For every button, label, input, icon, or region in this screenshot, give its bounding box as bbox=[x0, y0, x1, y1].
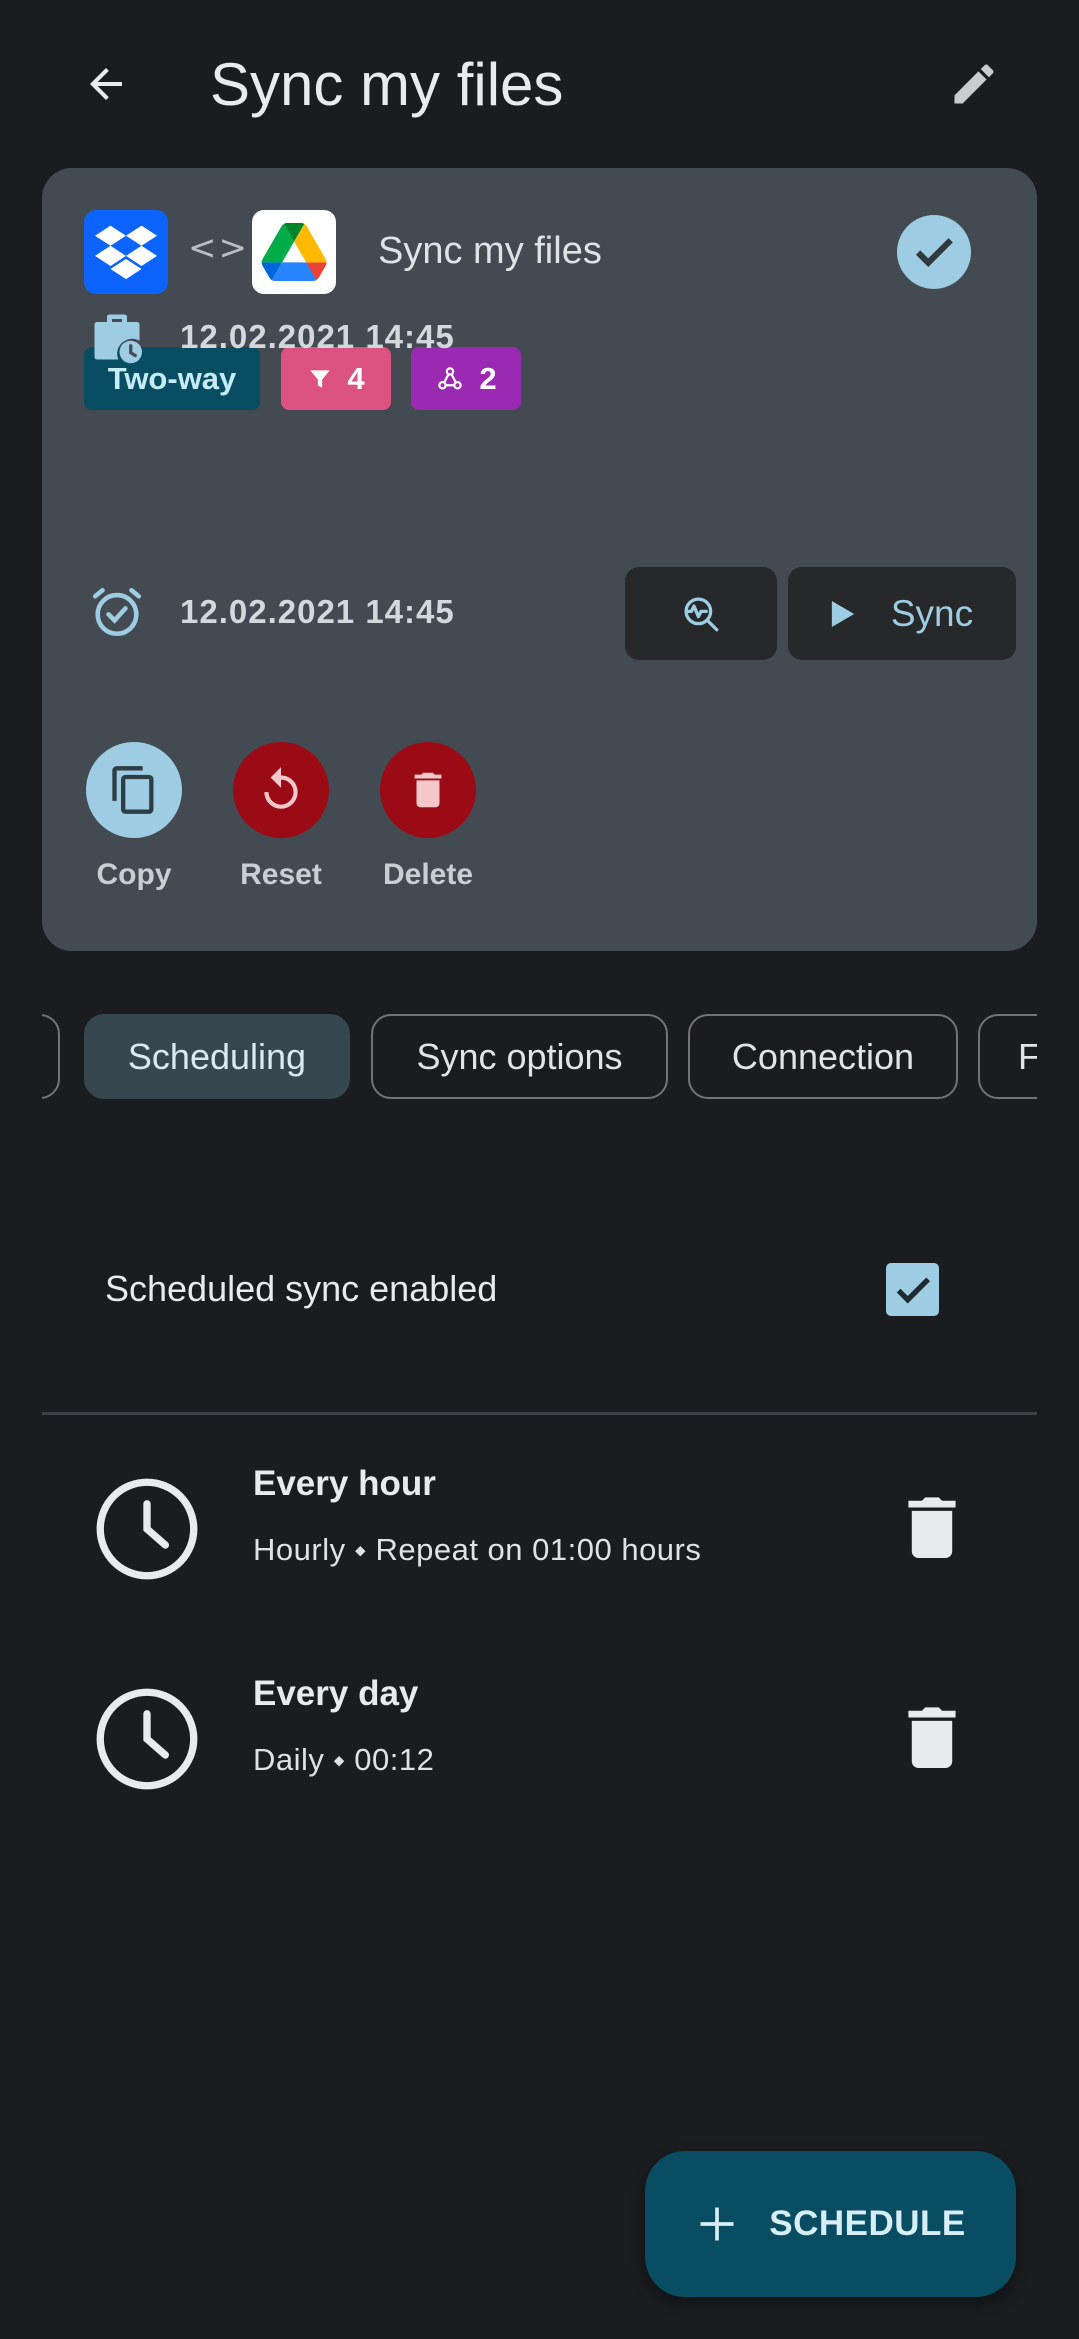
next-sync-row: 12.02.2021 14:45 bbox=[84, 579, 455, 645]
schedule-item[interactable]: Every hour Hourly ⬩ Repeat on 01:00 hour… bbox=[0, 1454, 1079, 1594]
clock-icon bbox=[96, 1688, 198, 1790]
delete-action[interactable]: Delete bbox=[363, 742, 493, 892]
scheduled-sync-setting[interactable]: Scheduled sync enabled bbox=[42, 1238, 1037, 1338]
search-activity-icon bbox=[684, 596, 719, 631]
last-sync-time: 12.02.2021 14:45 bbox=[180, 318, 455, 355]
sync-now-button[interactable]: Sync bbox=[788, 567, 1016, 660]
tab-connection[interactable]: Connection bbox=[688, 1014, 958, 1099]
scheduled-sync-checkbox[interactable] bbox=[886, 1263, 939, 1316]
edit-button[interactable] bbox=[934, 44, 1014, 124]
tab-previous[interactable] bbox=[42, 1014, 60, 1099]
next-sync-time: 12.02.2021 14:45 bbox=[180, 593, 455, 630]
reset-action[interactable]: Reset bbox=[216, 742, 346, 892]
back-button[interactable] bbox=[66, 44, 146, 124]
briefcase-clock-icon bbox=[84, 304, 150, 370]
scheduled-sync-label: Scheduled sync enabled bbox=[105, 1268, 498, 1309]
status-ok-badge bbox=[897, 215, 971, 289]
add-schedule-label: SCHEDULE bbox=[769, 2204, 966, 2243]
trash-icon bbox=[414, 772, 442, 808]
copy-label: Copy bbox=[96, 858, 172, 891]
sync-direction-icon: <> bbox=[188, 228, 249, 268]
trash-icon[interactable] bbox=[908, 1704, 956, 1768]
pencil-icon bbox=[954, 64, 994, 104]
schedule-item[interactable]: Every day Daily ⬩ 00:12 bbox=[0, 1664, 1079, 1804]
sync-card: <> Sync my files Two-way 4 2 12.02.2021 … bbox=[42, 168, 1037, 951]
schedule-subtitle: Hourly ⬩ Repeat on 01:00 hours bbox=[253, 1532, 702, 1567]
checkmark-icon bbox=[896, 1277, 930, 1303]
reset-label: Reset bbox=[240, 858, 322, 891]
card-title: Sync my files bbox=[378, 230, 602, 272]
webhook-count: 2 bbox=[479, 360, 497, 396]
tab-sync-options[interactable]: Sync options bbox=[371, 1014, 668, 1099]
divider bbox=[42, 1412, 1037, 1415]
delete-label: Delete bbox=[382, 858, 474, 891]
tab-scheduling[interactable]: Scheduling bbox=[84, 1014, 350, 1099]
last-sync-row: 12.02.2021 14:45 bbox=[84, 304, 455, 370]
reset-icon bbox=[264, 767, 298, 809]
delete-button[interactable] bbox=[380, 742, 476, 838]
add-schedule-button[interactable]: SCHEDULE bbox=[645, 2151, 1016, 2297]
app-bar: Sync my files bbox=[0, 0, 1079, 170]
clock-icon bbox=[96, 1478, 198, 1580]
trash-icon[interactable] bbox=[908, 1494, 956, 1558]
play-icon bbox=[831, 600, 855, 627]
schedule-title: Every day bbox=[253, 1674, 419, 1713]
schedule-subtitle: Daily ⬩ 00:12 bbox=[253, 1742, 435, 1777]
copy-button[interactable] bbox=[86, 742, 182, 838]
google-drive-icon bbox=[252, 210, 336, 294]
plus-icon bbox=[700, 2207, 734, 2241]
dropbox-icon bbox=[84, 210, 168, 294]
copy-action[interactable]: Copy bbox=[69, 742, 199, 892]
tab-next[interactable]: F bbox=[978, 1014, 1037, 1099]
checkmark-icon bbox=[915, 238, 953, 268]
reset-button[interactable] bbox=[233, 742, 329, 838]
tab-bar: Scheduling Sync options Connection F bbox=[42, 1014, 1037, 1101]
schedule-title: Every hour bbox=[253, 1464, 436, 1503]
sync-button-label: Sync bbox=[890, 592, 974, 634]
copy-icon bbox=[112, 766, 154, 814]
alarm-check-icon bbox=[84, 579, 150, 645]
arrow-back-icon bbox=[90, 68, 122, 100]
page-title: Sync my files bbox=[210, 51, 564, 118]
analyze-button[interactable] bbox=[625, 567, 777, 660]
